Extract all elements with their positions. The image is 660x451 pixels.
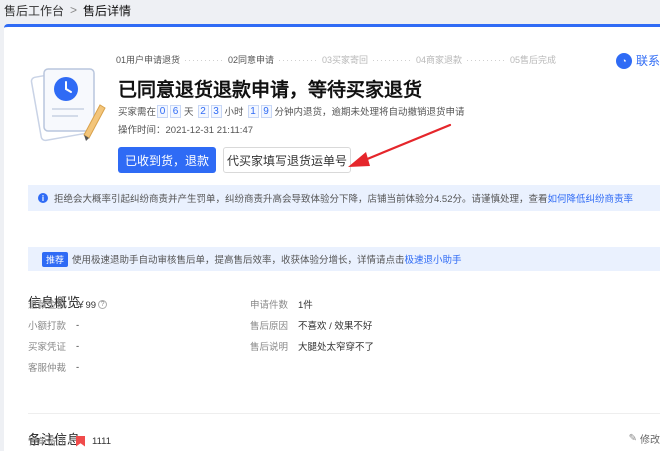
recommend-text: 使用极速退助手自动审核售后单，提高售后效率，收获体验分增长，详情请点击 xyxy=(72,255,405,266)
customer-service-icon: ◔ xyxy=(615,52,632,69)
refund-amount: ￥99 xyxy=(76,300,97,311)
fill-tracking-number-button[interactable]: 代买家填写退货运单号 xyxy=(223,147,351,173)
section-divider xyxy=(28,413,660,414)
countdown-digit: 6 xyxy=(170,104,182,118)
info-icon: i xyxy=(38,193,48,203)
step-4: 04商家退款 xyxy=(416,55,463,65)
field-label: 售后原因 xyxy=(250,321,289,332)
field-label: 订单备注 xyxy=(28,437,67,448)
overview-row: 小额打款 - xyxy=(28,318,80,333)
breadcrumb: 售后工作台 > 售后详情 xyxy=(0,0,660,20)
edit-remark-button[interactable]: ✎ 修改 xyxy=(629,431,660,446)
step-connector: ·········· xyxy=(184,54,224,65)
field-label: 客服仲裁 xyxy=(28,363,67,374)
step-5: 05售后完成 xyxy=(510,55,557,65)
order-remark-row: 订单备注 1111 xyxy=(28,434,111,448)
contact-link[interactable]: ◔ 联系 xyxy=(615,52,660,69)
breadcrumb-separator: > xyxy=(70,3,78,17)
overview-row: 售后说明 大腿处太窄穿不了 xyxy=(250,339,374,353)
field-label: 退款金额 xyxy=(28,300,67,311)
help-icon[interactable]: ? xyxy=(98,299,108,309)
received-refund-button[interactable]: 已收到货，退款 xyxy=(118,147,216,173)
overview-row: 买家凭证 - xyxy=(28,339,80,354)
return-countdown: 买家需在 0 6 天 2 3 小时 1 9 分钟内退货，逾期未处理将自动撤销退货… xyxy=(118,104,468,118)
recommend-banner: 推荐 使用极速退助手自动审核售后单，提高售后效率，收获体验分增长，详情请点击 极… xyxy=(28,247,660,271)
speed-refund-helper-link[interactable]: 极速退小助手 xyxy=(405,252,462,266)
overview-row: 申请件数 1件 xyxy=(250,297,313,311)
field-value: - xyxy=(76,319,80,331)
countdown-suffix: 分钟内退货，逾期未处理将自动撤销退货申请 xyxy=(274,107,465,118)
step-2: 02同意申请 xyxy=(228,55,275,65)
field-value: - xyxy=(76,361,80,373)
alert-text: 拒绝会大概率引起纠纷商责并产生罚单，纠纷商责升高会导致体验分下降，店铺当前体验分… xyxy=(54,194,548,205)
annotation-arrow xyxy=(348,123,452,167)
flag-icon xyxy=(76,435,85,447)
step-connector: ·········· xyxy=(278,54,318,65)
countdown-digit: 2 xyxy=(197,104,209,118)
countdown-digit: 1 xyxy=(247,104,259,118)
order-remark-value: 1111 xyxy=(92,435,112,447)
operation-time: 操作时间：2021-12-31 21:11:47 xyxy=(118,125,254,136)
after-sale-detail-card: 01用户申请退货 ·········· 02同意申请 ·········· 03… xyxy=(4,24,660,451)
field-label: 售后说明 xyxy=(250,342,289,353)
countdown-digit: 3 xyxy=(210,104,222,118)
progress-steps: 01用户申请退货 ·········· 02同意申请 ·········· 03… xyxy=(116,53,556,66)
dispute-warning-banner: i 拒绝会大概率引起纠纷商责并产生罚单，纠纷商责升高会导致体验分下降，店铺当前体… xyxy=(28,185,660,211)
edit-icon: ✎ xyxy=(628,433,637,444)
field-value: 不喜欢 / 效果不好 xyxy=(298,321,373,332)
countdown-unit: 天 xyxy=(184,107,194,118)
step-3: 03买家寄回 xyxy=(322,55,369,65)
overview-row: 客服仲裁 - xyxy=(28,360,80,375)
recommend-tag: 推荐 xyxy=(42,251,69,267)
overview-row: 售后原因 不喜欢 / 效果不好 xyxy=(250,318,372,332)
dispute-rate-link[interactable]: 如何降低纠纷商责率 xyxy=(548,191,634,205)
field-label: 买家凭证 xyxy=(28,342,67,353)
step-connector: ·········· xyxy=(466,54,506,65)
field-value: - xyxy=(76,340,80,352)
field-label: 申请件数 xyxy=(250,300,289,311)
countdown-unit: 小时 xyxy=(224,107,244,118)
overview-row: 退款金额 ￥99 ? xyxy=(28,297,108,311)
breadcrumb-current: 售后详情 xyxy=(83,3,132,18)
field-value: 大腿处太窄穿不了 xyxy=(298,342,375,353)
breadcrumb-parent[interactable]: 售后工作台 xyxy=(4,2,64,19)
countdown-digit: 0 xyxy=(157,104,169,118)
countdown-prefix: 买家需在 xyxy=(118,107,157,118)
countdown-digit: 9 xyxy=(260,104,272,118)
document-clock-illustration xyxy=(30,68,106,142)
step-1: 01用户申请退货 xyxy=(116,55,181,65)
edit-label: 修改 xyxy=(640,435,660,446)
step-connector: ·········· xyxy=(372,54,412,65)
status-title: 已同意退货退款申请，等待买家退货 xyxy=(118,80,423,101)
field-value: 1件 xyxy=(298,300,313,311)
field-label: 小额打款 xyxy=(28,321,67,332)
contact-label: 联系 xyxy=(635,54,660,68)
